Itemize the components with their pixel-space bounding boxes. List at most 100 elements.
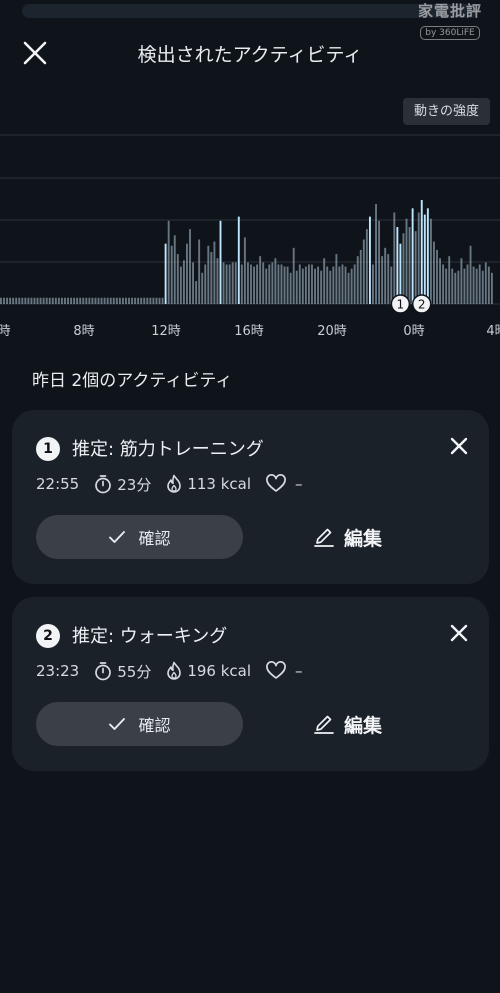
chart-bar bbox=[359, 249, 362, 304]
chart-bar bbox=[213, 241, 216, 304]
chart-bar bbox=[82, 297, 85, 304]
chart-bar bbox=[429, 218, 432, 304]
chart-bar bbox=[219, 220, 222, 304]
chart-bar bbox=[490, 272, 493, 304]
chart-bar bbox=[146, 297, 149, 304]
chart-bar bbox=[247, 262, 249, 304]
chart-bar bbox=[271, 262, 274, 304]
chart-bar bbox=[210, 252, 213, 304]
activity-calories: 196 kcal bbox=[165, 661, 251, 681]
chart-bar bbox=[347, 272, 350, 304]
edit-label: 編集 bbox=[344, 527, 383, 550]
heart-icon bbox=[266, 661, 286, 679]
chart-bar bbox=[368, 216, 371, 304]
chart-bar bbox=[475, 268, 478, 304]
chart-bar bbox=[460, 258, 463, 304]
chart-bar bbox=[274, 258, 277, 304]
dismiss-activity-button[interactable] bbox=[447, 434, 471, 458]
activities-summary-title: 昨日 2個のアクティビティ bbox=[32, 371, 233, 391]
chart-bar bbox=[283, 266, 286, 304]
chart-bar bbox=[91, 297, 94, 304]
chart-bar bbox=[277, 264, 280, 304]
chart-bar bbox=[152, 297, 155, 304]
chart-bar bbox=[167, 220, 170, 304]
chart-bar bbox=[280, 264, 283, 304]
chart-bar bbox=[109, 297, 112, 304]
chart-bar bbox=[143, 297, 146, 304]
confirm-label: 確認 bbox=[138, 716, 171, 735]
chart-bar bbox=[262, 262, 265, 304]
chart-bar bbox=[216, 258, 219, 304]
chart-bar bbox=[301, 268, 304, 304]
chart-bar bbox=[39, 297, 42, 304]
chart-bar bbox=[94, 297, 97, 304]
chart-bar bbox=[454, 272, 457, 304]
chart-bar bbox=[33, 297, 36, 304]
chart-bar bbox=[298, 264, 301, 304]
chart-bar bbox=[384, 247, 387, 304]
chart-activity-marker-label: 1 bbox=[397, 298, 405, 312]
chart-bar bbox=[448, 256, 451, 304]
confirm-button[interactable]: 確認 bbox=[36, 515, 243, 559]
chart-bar bbox=[6, 297, 8, 304]
chart-bar bbox=[265, 268, 268, 304]
chart-bar bbox=[469, 245, 472, 304]
chart-bar bbox=[15, 297, 18, 304]
close-icon bbox=[450, 624, 468, 642]
chart-bar bbox=[372, 264, 374, 304]
chart-bar bbox=[481, 270, 484, 304]
chart-bar bbox=[103, 297, 106, 304]
chart-bar bbox=[158, 297, 161, 304]
chart-bar bbox=[439, 258, 441, 304]
chart-bar bbox=[60, 297, 63, 304]
confirm-button[interactable]: 確認 bbox=[36, 702, 243, 746]
watermark-main: 家電批評 bbox=[417, 2, 482, 20]
chart-bar bbox=[286, 266, 289, 304]
edit-button[interactable]: 編集 bbox=[312, 702, 432, 746]
activity-title: 推定: ウォーキング bbox=[72, 626, 228, 647]
activity-number-badge: 1 bbox=[36, 437, 60, 461]
activity-card: 2 推定: ウォーキング 23:23 55分 196 kcal – 確認 編集 bbox=[12, 597, 489, 771]
chart-bar bbox=[344, 266, 347, 304]
stopwatch-icon bbox=[95, 662, 112, 681]
chart-bar bbox=[323, 258, 326, 304]
chart-bar bbox=[256, 264, 259, 304]
chart-bar bbox=[70, 297, 73, 304]
chart-bar bbox=[45, 297, 48, 304]
chart-bar bbox=[85, 297, 88, 304]
chart-bar bbox=[387, 254, 390, 304]
chart-bar bbox=[155, 297, 158, 304]
intensity-badge: 動きの強度 bbox=[402, 98, 490, 125]
chart-bar bbox=[381, 256, 384, 304]
activity-card: 1 推定: 筋力トレーニング 22:55 23分 113 kcal – 確認 編… bbox=[12, 410, 489, 584]
chart-bar bbox=[118, 297, 121, 304]
chart-bar bbox=[179, 266, 182, 304]
edit-button[interactable]: 編集 bbox=[312, 515, 432, 559]
chart-bar bbox=[472, 266, 475, 304]
chart-bar bbox=[134, 297, 137, 304]
chart-bar bbox=[222, 262, 225, 304]
close-icon bbox=[450, 437, 468, 455]
chart-bar bbox=[106, 297, 109, 304]
chart-bar bbox=[311, 264, 313, 304]
chart-bar bbox=[259, 256, 262, 304]
chart-bar bbox=[356, 256, 359, 304]
chart-bar bbox=[182, 260, 185, 304]
chart-bar bbox=[295, 270, 298, 304]
dismiss-activity-button[interactable] bbox=[447, 621, 471, 645]
chart-bar bbox=[411, 208, 414, 304]
chart-activity-marker-label: 2 bbox=[418, 298, 426, 312]
chart-bar bbox=[186, 243, 188, 304]
chart-bar bbox=[3, 297, 5, 304]
check-icon bbox=[109, 718, 126, 730]
chart-bar bbox=[207, 245, 210, 304]
activity-heart-rate: – bbox=[265, 661, 303, 681]
chart-bar bbox=[149, 297, 152, 304]
chart-x-tick-label: 16時 bbox=[234, 324, 264, 339]
chart-bar bbox=[335, 254, 338, 304]
chart-bar bbox=[243, 237, 246, 304]
activity-calories: 113 kcal bbox=[165, 474, 251, 494]
chart-bar bbox=[164, 243, 167, 304]
chart-bar bbox=[289, 272, 292, 304]
chart-bar bbox=[198, 239, 201, 304]
